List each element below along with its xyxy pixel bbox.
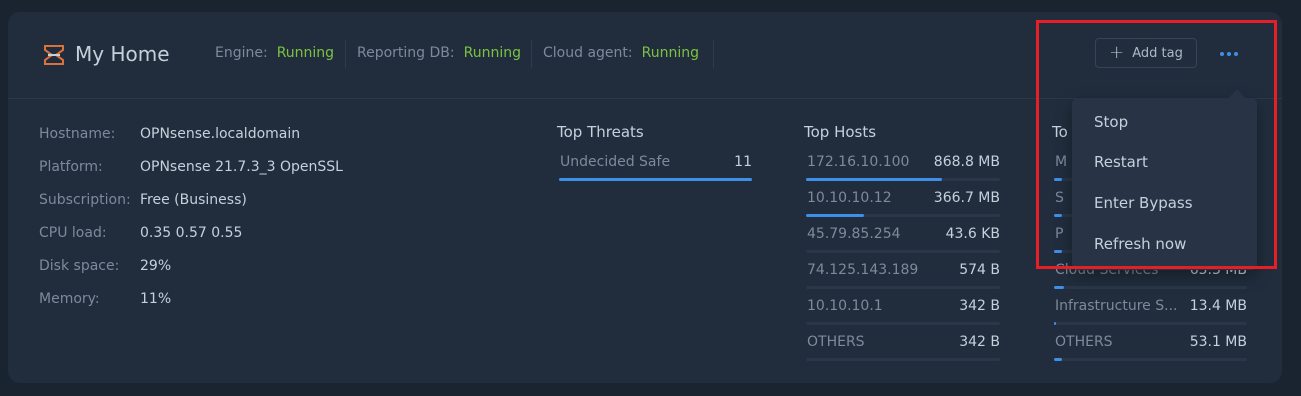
host-name: 10.10.10.12 bbox=[807, 190, 892, 206]
progress-fill bbox=[1054, 322, 1056, 325]
list-item[interactable]: OTHERS 53.1 MB bbox=[1054, 334, 1247, 370]
info-key: Memory: bbox=[39, 291, 100, 307]
host-name: OTHERS bbox=[807, 334, 865, 350]
progress-fill bbox=[1054, 178, 1062, 181]
category-name: S bbox=[1055, 190, 1064, 206]
info-value: OPNsense.localdomain bbox=[140, 126, 301, 142]
status-divider bbox=[713, 40, 714, 68]
info-value: OPNsense 21.7.3_3 OpenSSL bbox=[140, 159, 343, 175]
category-name: P bbox=[1055, 226, 1064, 242]
top-categories-title: To bbox=[1052, 123, 1068, 141]
reporting-db-status-label: Reporting DB: bbox=[357, 45, 455, 61]
category-traffic: 13.4 MB bbox=[1189, 298, 1247, 314]
host-name: 10.10.10.1 bbox=[807, 298, 883, 314]
info-key: Disk space: bbox=[39, 258, 120, 274]
host-traffic: 342 B bbox=[959, 334, 1000, 350]
list-item[interactable]: 74.125.143.189 574 B bbox=[806, 262, 1000, 298]
host-name: 45.79.85.254 bbox=[807, 226, 901, 242]
host-traffic: 574 B bbox=[959, 262, 1000, 278]
info-key: Subscription: bbox=[39, 192, 131, 208]
list-item[interactable]: Undecided Safe 11 bbox=[559, 154, 752, 190]
progress-track bbox=[806, 358, 1000, 361]
progress-fill bbox=[1054, 286, 1064, 289]
progress-track bbox=[1054, 322, 1247, 325]
progress-fill bbox=[806, 214, 865, 217]
cloud-agent-status-value: Running bbox=[641, 45, 699, 61]
status-divider bbox=[345, 40, 346, 68]
progress-track bbox=[806, 178, 1000, 181]
cloud-agent-status: Cloud agent: Running bbox=[543, 38, 699, 68]
plus-icon: + bbox=[1109, 42, 1125, 63]
progress-track bbox=[559, 178, 752, 181]
list-item[interactable]: 45.79.85.254 43.6 KB bbox=[806, 226, 1000, 262]
add-tag-label: Add tag bbox=[1132, 45, 1183, 61]
progress-fill bbox=[559, 178, 752, 181]
category-name: M bbox=[1055, 154, 1068, 170]
page-title: My Home bbox=[75, 42, 170, 66]
info-value: 29% bbox=[140, 258, 172, 274]
menu-item-enter-bypass[interactable]: Enter Bypass bbox=[1094, 194, 1193, 212]
info-key: CPU load: bbox=[39, 225, 107, 241]
engine-status: Engine: Running bbox=[215, 38, 334, 68]
progress-track bbox=[1054, 358, 1247, 361]
host-traffic: 366.7 MB bbox=[933, 190, 1000, 206]
progress-fill bbox=[1054, 214, 1062, 217]
threat-count: 11 bbox=[734, 154, 752, 170]
progress-fill bbox=[806, 178, 942, 181]
progress-fill bbox=[1054, 250, 1062, 253]
menu-item-refresh-now[interactable]: Refresh now bbox=[1094, 235, 1186, 253]
progress-track bbox=[806, 286, 1000, 289]
menu-item-restart[interactable]: Restart bbox=[1094, 153, 1148, 171]
more-options-button[interactable] bbox=[1214, 44, 1244, 64]
engine-status-value: Running bbox=[276, 45, 335, 61]
info-key: Platform: bbox=[39, 159, 103, 175]
category-name: OTHERS bbox=[1055, 334, 1113, 350]
more-dots-icon bbox=[1220, 52, 1238, 56]
progress-track bbox=[1054, 286, 1247, 289]
host-traffic: 342 B bbox=[959, 298, 1000, 314]
host-name: 172.16.10.100 bbox=[807, 154, 910, 170]
engine-status-label: Engine: bbox=[215, 45, 268, 61]
options-dropdown: Stop Restart Enter Bypass Refresh now bbox=[1072, 89, 1257, 270]
category-traffic: 53.1 MB bbox=[1189, 334, 1247, 350]
cloud-agent-status-label: Cloud agent: bbox=[543, 45, 633, 61]
host-traffic: 868.8 MB bbox=[933, 154, 1000, 170]
status-divider bbox=[531, 40, 532, 68]
info-key: Hostname: bbox=[39, 126, 116, 142]
reporting-db-status-value: Running bbox=[463, 45, 521, 61]
list-item[interactable]: Infrastructure S... 13.4 MB bbox=[1054, 298, 1247, 334]
progress-track bbox=[806, 322, 1000, 325]
top-hosts-title: Top Hosts bbox=[804, 123, 877, 141]
card-header: My Home Engine: Running Reporting DB: Ru… bbox=[8, 12, 1282, 99]
menu-item-stop[interactable]: Stop bbox=[1094, 113, 1128, 131]
list-item[interactable]: 10.10.10.12 366.7 MB bbox=[806, 190, 1000, 226]
top-threats-list: Undecided Safe 11 bbox=[559, 154, 752, 190]
info-value: Free (Business) bbox=[140, 192, 247, 208]
threat-name: Undecided Safe bbox=[560, 154, 671, 170]
host-name: 74.125.143.189 bbox=[807, 262, 919, 278]
top-threats-title: Top Threats bbox=[557, 123, 644, 141]
list-item[interactable]: 10.10.10.1 342 B bbox=[806, 298, 1000, 334]
host-traffic: 43.6 KB bbox=[945, 226, 1000, 242]
progress-track bbox=[806, 250, 1000, 253]
sensei-logo-icon bbox=[44, 45, 64, 65]
reporting-db-status: Reporting DB: Running bbox=[357, 38, 521, 68]
progress-track bbox=[806, 214, 1000, 217]
progress-fill bbox=[1054, 358, 1062, 361]
instance-card: My Home Engine: Running Reporting DB: Ru… bbox=[8, 12, 1282, 383]
category-name: Infrastructure S... bbox=[1055, 298, 1178, 314]
list-item[interactable]: OTHERS 342 B bbox=[806, 334, 1000, 370]
top-hosts-list: 172.16.10.100 868.8 MB 10.10.10.12 366.7… bbox=[806, 154, 1000, 370]
info-value: 11% bbox=[140, 291, 172, 307]
info-value: 0.35 0.57 0.55 bbox=[140, 225, 243, 241]
list-item[interactable]: 172.16.10.100 868.8 MB bbox=[806, 154, 1000, 190]
add-tag-button[interactable]: + Add tag bbox=[1095, 38, 1197, 68]
